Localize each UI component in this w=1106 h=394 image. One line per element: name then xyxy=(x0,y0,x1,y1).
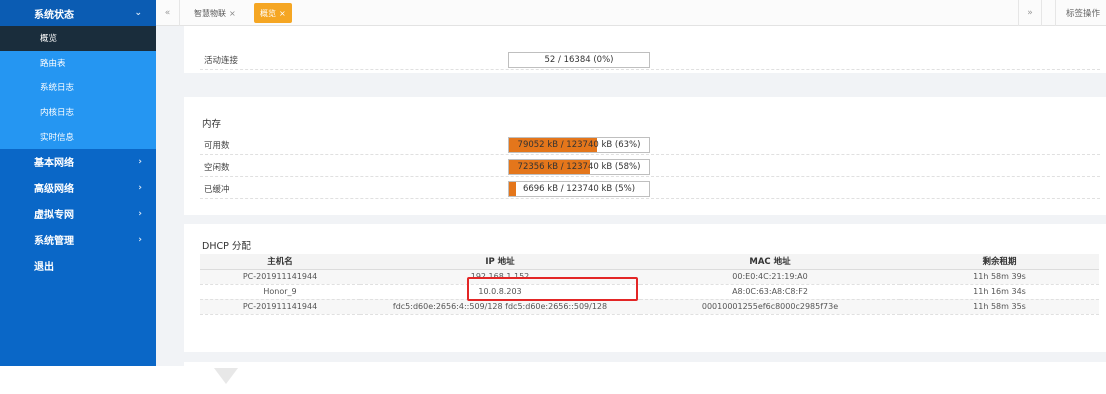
dhcp-title: DHCP 分配 xyxy=(202,241,251,252)
chevron-right-icon: › xyxy=(138,182,142,193)
connections-row: 活动连接 52 / 16384 (0%) xyxy=(200,50,1100,70)
close-icon[interactable]: × xyxy=(229,9,236,18)
sidebar-group-label: 退出 xyxy=(34,262,54,274)
sidebar-group-label: 基本网络 xyxy=(34,158,74,170)
sidebar: 系统状态 ⌄ 概览 路由表 系统日志 内核日志 实时信息 基本网络 › 高级网络… xyxy=(0,0,156,366)
highlight-annotation-box xyxy=(467,277,638,301)
sidebar-item-realtime[interactable]: 实时信息 xyxy=(0,124,156,149)
sidebar-item-routes[interactable]: 路由表 xyxy=(0,51,156,76)
memory-value: 6696 kB / 123740 kB (5%) xyxy=(522,183,636,194)
close-icon[interactable]: × xyxy=(279,9,286,18)
cell-mac: 00:E0:4C:21:19:A0 xyxy=(640,269,900,285)
memory-bar: 72356 kB / 123740 kB (58%) xyxy=(508,158,650,175)
watermark-arrow-shape xyxy=(214,368,238,384)
column-header-hostname: 主机名 xyxy=(200,254,360,270)
tab-label: 概览 xyxy=(260,8,276,18)
cell-mac: A8:0C:63:A8:C8:F2 xyxy=(640,284,900,300)
memory-value: 79052 kB / 123740 kB (63%) xyxy=(517,139,641,150)
connections-bar: 52 / 16384 (0%) xyxy=(508,51,650,68)
sidebar-item-label: 系统日志 xyxy=(40,83,75,94)
column-header-mac: MAC 地址 xyxy=(640,254,900,270)
cell-hostname: PC-201911141944 xyxy=(200,269,360,285)
column-header-ip: IP 地址 xyxy=(360,254,640,270)
sidebar-item-kernel-log[interactable]: 内核日志 xyxy=(0,100,156,125)
cell-lease: 11h 58m 35s xyxy=(900,299,1099,315)
sidebar-item-label: 内核日志 xyxy=(40,108,75,119)
connections-label: 活动连接 xyxy=(204,55,239,66)
sidebar-group-label: 系统管理 xyxy=(34,236,74,248)
memory-label: 空闲数 xyxy=(204,162,230,173)
table-header-row: 主机名 IP 地址 MAC 地址 剩余租期 xyxy=(200,254,1099,270)
sidebar-group-label: 系统状态 xyxy=(34,9,74,21)
dhcp-panel: DHCP 分配 主机名 IP 地址 MAC 地址 剩余租期 PC-2019111… xyxy=(184,224,1106,352)
cell-ip: fdc5:d60e:2656:4::509/128 fdc5:d60e:2656… xyxy=(360,299,640,315)
connections-panel: 活动连接 52 / 16384 (0%) xyxy=(184,26,1106,73)
table-row: PC-201911141944 fdc5:d60e:2656:4::509/12… xyxy=(200,299,1099,315)
sidebar-group-status[interactable]: 系统状态 ⌄ xyxy=(0,0,156,26)
sidebar-group-vpn[interactable]: 虚拟专网 › xyxy=(0,201,156,227)
chevron-right-icon: › xyxy=(138,156,142,167)
sidebar-item-label: 实时信息 xyxy=(40,132,75,143)
tab-overview[interactable]: 概览 × xyxy=(254,3,292,23)
memory-label: 已缓冲 xyxy=(204,184,230,195)
memory-bar: 79052 kB / 123740 kB (63%) xyxy=(508,136,650,153)
sidebar-group-label: 高级网络 xyxy=(34,184,74,196)
sidebar-group-label: 虚拟专网 xyxy=(34,210,74,222)
memory-bar: 6696 kB / 123740 kB (5%) xyxy=(508,180,650,197)
router-admin-page: 系统状态 ⌄ 概览 路由表 系统日志 内核日志 实时信息 基本网络 › 高级网络… xyxy=(0,0,1106,394)
chevron-right-icon: › xyxy=(138,208,142,219)
tab-scroll-left-icon[interactable]: « xyxy=(156,0,180,26)
chevron-right-icon: › xyxy=(138,234,142,245)
status-submenu: 概览 路由表 系统日志 内核日志 实时信息 xyxy=(0,26,156,149)
table-row: Honor_9 10.0.8.203 A8:0C:63:A8:C8:F2 11h… xyxy=(200,284,1099,300)
table-row: PC-201911141944 192.168.1.152 00:E0:4C:2… xyxy=(200,269,1099,285)
sidebar-item-label: 路由表 xyxy=(40,58,66,69)
tab-smart-iot[interactable]: 智慧物联 × xyxy=(188,3,242,23)
sidebar-item-label: 概览 xyxy=(40,34,58,45)
cell-lease: 11h 58m 39s xyxy=(900,269,1099,285)
tab-operations-label: 标签操作 xyxy=(1065,9,1100,19)
sidebar-item-syslog[interactable]: 系统日志 xyxy=(0,75,156,100)
tab-bar: « 智慧物联 × 概览 × » 标签操作 xyxy=(156,0,1106,26)
column-header-lease: 剩余租期 xyxy=(900,254,1099,270)
memory-title: 内存 xyxy=(202,119,222,130)
cell-lease: 11h 16m 34s xyxy=(900,284,1099,300)
main-content: 活动连接 52 / 16384 (0%) 内存 可用数 79052 kB / 1… xyxy=(156,26,1106,366)
tab-operations-button[interactable]: 标签操作 xyxy=(1054,0,1106,26)
tab-label: 智慧物联 xyxy=(194,8,226,18)
memory-value: 72356 kB / 123740 kB (58%) xyxy=(517,161,641,172)
cell-hostname: PC-201911141944 xyxy=(200,299,360,315)
sidebar-logout[interactable]: 退出 xyxy=(0,253,156,279)
cell-mac: 00010001255ef6c8000c2985f73e xyxy=(640,299,900,315)
sidebar-group-system[interactable]: 系统管理 › xyxy=(0,227,156,253)
dhcp-table: 主机名 IP 地址 MAC 地址 剩余租期 PC-201911141944 19… xyxy=(200,254,1099,315)
cell-hostname: Honor_9 xyxy=(200,284,360,300)
connections-value: 52 / 16384 (0%) xyxy=(544,54,614,65)
chevron-down-icon: ⌄ xyxy=(134,8,142,18)
memory-row-available: 可用数 79052 kB / 123740 kB (63%) xyxy=(200,135,1100,155)
next-panel-edge xyxy=(184,362,1106,366)
memory-panel: 内存 可用数 79052 kB / 123740 kB (63%) 空闲数 72… xyxy=(184,97,1106,215)
memory-row-buffered: 已缓冲 6696 kB / 123740 kB (5%) xyxy=(200,179,1100,199)
tab-scroll-right-icon[interactable]: » xyxy=(1018,0,1042,26)
sidebar-group-advanced-network[interactable]: 高级网络 › xyxy=(0,175,156,201)
sidebar-item-overview[interactable]: 概览 xyxy=(0,26,156,51)
sidebar-group-basic-network[interactable]: 基本网络 › xyxy=(0,149,156,175)
memory-row-free: 空闲数 72356 kB / 123740 kB (58%) xyxy=(200,157,1100,177)
memory-label: 可用数 xyxy=(204,140,230,151)
